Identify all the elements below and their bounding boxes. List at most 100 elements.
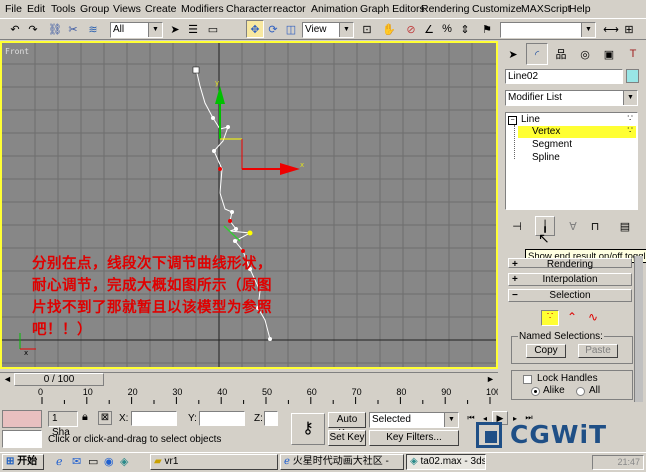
menu-maxscript[interactable]: MAXScript <box>521 2 571 16</box>
select-move-icon[interactable]: ✥ <box>246 20 264 38</box>
menu-modifiers[interactable]: Modifiers <box>181 2 224 16</box>
chevron-down-icon[interactable]: ▼ <box>444 413 458 427</box>
stack-item-segment[interactable]: Segment <box>532 139 572 151</box>
angle-snap-icon[interactable]: ∠ <box>420 20 438 38</box>
undo-icon[interactable]: ↶ <box>6 20 24 38</box>
viewport-front[interactable]: x y x Front 分别在点，线段次下调节曲线形状， 耐心调节，完成大概如图… <box>0 41 498 369</box>
configure-sets-icon[interactable]: ▤ <box>615 216 635 236</box>
make-unique-icon[interactable]: ∀ <box>563 216 583 236</box>
paste-button[interactable]: Paste <box>578 344 618 358</box>
key-mode-combo[interactable]: Selected ▼ <box>369 412 459 428</box>
menu-create[interactable]: Create <box>145 2 177 16</box>
display-tab-icon[interactable]: ▣ <box>598 43 620 65</box>
pin-stack-icon[interactable]: ⊣ <box>507 216 527 236</box>
stack-item-vertex[interactable]: Vertex ∵ <box>518 125 636 138</box>
quicklaunch-ie-icon[interactable]: ℯ <box>56 455 63 468</box>
selection-filter-combo[interactable]: All ▼ <box>110 22 163 38</box>
motion-tab-icon[interactable]: ◎ <box>574 43 596 65</box>
select-by-name-icon[interactable]: ☰ <box>184 20 202 38</box>
spinner-snap-icon[interactable]: ⇕ <box>456 20 474 38</box>
rollout-selection[interactable]: − Selection <box>508 289 632 302</box>
modify-tab-icon[interactable]: ◜ <box>526 43 548 65</box>
absolute-mode-icon[interactable]: ⊠ <box>98 411 112 425</box>
select-rotate-icon[interactable]: ⟳ <box>264 20 282 38</box>
time-slider-next-icon[interactable]: ► <box>486 374 495 384</box>
task-3dsmax[interactable]: ◈ ta02.max - 3ds max 6 - <box>406 454 486 470</box>
create-tab-icon[interactable]: ➤ <box>502 43 524 65</box>
viewport-label[interactable]: Front <box>5 47 29 56</box>
quicklaunch-media-icon[interactable]: ◉ <box>104 455 114 468</box>
chevron-down-icon[interactable]: ▼ <box>148 23 162 37</box>
object-name-field[interactable]: Line02 <box>505 69 623 84</box>
chevron-down-icon[interactable]: ▼ <box>339 23 353 37</box>
z-field[interactable] <box>264 411 278 426</box>
redo-icon[interactable]: ↷ <box>24 20 42 38</box>
key-mode-icon[interactable]: ⚷ <box>291 413 325 445</box>
percent-snap-icon[interactable]: % <box>438 20 456 38</box>
align-icon[interactable]: ⊞ <box>620 20 638 38</box>
named-selection-combo[interactable]: ▼ <box>500 22 596 38</box>
track-bar[interactable]: 0 10 20 30 40 50 60 70 80 90 100 <box>0 386 498 408</box>
menu-character[interactable]: Character <box>226 2 272 16</box>
modifier-stack[interactable]: − Line Vertex ∵ Segment Spline ∵ <box>505 112 638 210</box>
auto-key-button[interactable]: Auto Key <box>328 412 366 439</box>
alike-radio[interactable] <box>531 387 540 396</box>
vertex-mode-button[interactable]: ∵ <box>541 310 559 326</box>
named-selection-icon[interactable]: ⚑ <box>478 20 496 38</box>
chevron-down-icon[interactable]: ▼ <box>581 23 595 37</box>
quicklaunch-desktop-icon[interactable]: ▭ <box>88 455 98 468</box>
task-browser[interactable]: ℯ 火星时代动画大社区 - <box>280 454 404 470</box>
maxscript-listener-bottom[interactable] <box>2 430 42 448</box>
rollout-interpolation[interactable]: + Interpolation <box>508 273 632 286</box>
select-link-icon[interactable]: ⛓ <box>46 20 64 38</box>
menu-graph-editors[interactable]: Graph Editors <box>360 2 425 16</box>
key-filters-button[interactable]: Key Filters... <box>369 430 459 446</box>
segment-mode-icon[interactable]: ⌃ <box>563 310 581 326</box>
menu-rendering[interactable]: Rendering <box>421 2 469 16</box>
y-field[interactable] <box>199 411 245 426</box>
select-manipulate-icon[interactable]: ✋ <box>380 20 398 38</box>
menu-views[interactable]: Views <box>113 2 141 16</box>
command-panel-scrollbar[interactable] <box>634 256 643 402</box>
pivot-center-icon[interactable]: ⊡ <box>358 20 376 38</box>
rect-selection-icon[interactable]: ▭ <box>204 20 222 38</box>
lock-handles-checkbox[interactable] <box>523 375 532 384</box>
time-slider-prev-icon[interactable]: ◄ <box>3 374 12 384</box>
utilities-tab-icon[interactable]: T <box>622 43 644 65</box>
collapse-icon[interactable]: − <box>508 116 517 125</box>
maxscript-listener-top[interactable] <box>2 410 42 428</box>
modifier-list-combo[interactable]: Modifier List ▼ <box>505 90 638 106</box>
menu-help[interactable]: Help <box>569 2 591 16</box>
menu-animation[interactable]: Animation <box>311 2 358 16</box>
task-vr1[interactable]: ▰ vr1 <box>150 454 278 470</box>
remove-modifier-icon[interactable]: ⊓ <box>585 216 605 236</box>
start-button[interactable]: ⊞ 开始 <box>2 454 44 470</box>
menu-edit[interactable]: Edit <box>27 2 45 16</box>
menu-tools[interactable]: Tools <box>51 2 76 16</box>
menu-group[interactable]: Group <box>80 2 109 16</box>
menu-reactor[interactable]: reactor <box>273 2 306 16</box>
chevron-down-icon[interactable]: ▼ <box>623 91 637 105</box>
quicklaunch-3dsmax-icon[interactable]: ◈ <box>120 455 128 468</box>
time-slider-thumb[interactable]: 0 / 100 <box>14 373 104 386</box>
stack-item-spline[interactable]: Spline <box>532 152 560 164</box>
menu-customize[interactable]: Customize <box>472 2 522 16</box>
copy-button[interactable]: Copy <box>526 344 566 358</box>
snap-toggle-icon[interactable]: ⊘ <box>402 20 420 38</box>
select-scale-icon[interactable]: ◫ <box>282 20 300 38</box>
set-key-button[interactable]: Set Key <box>328 430 366 446</box>
all-radio[interactable] <box>576 387 585 396</box>
menu-file[interactable]: File <box>5 2 22 16</box>
spline-mode-icon[interactable]: ∿ <box>584 310 602 326</box>
time-slider[interactable]: ◄ 0 / 100 ► <box>0 372 498 387</box>
reference-coord-combo[interactable]: View ▼ <box>302 22 354 38</box>
bind-spacewarp-icon[interactable]: ≋ <box>84 20 102 38</box>
lock-selection-icon[interactable]: 🔒︎ <box>82 411 88 424</box>
hierarchy-tab-icon[interactable]: 品 <box>550 43 572 65</box>
unlink-icon[interactable]: ✂ <box>64 20 82 38</box>
object-color-swatch[interactable] <box>626 69 639 83</box>
rollout-rendering[interactable]: + Rendering <box>508 258 632 270</box>
x-field[interactable] <box>131 411 177 426</box>
mirror-icon[interactable]: ⟷ <box>602 20 620 38</box>
quicklaunch-outlook-icon[interactable]: ✉ <box>72 455 81 468</box>
